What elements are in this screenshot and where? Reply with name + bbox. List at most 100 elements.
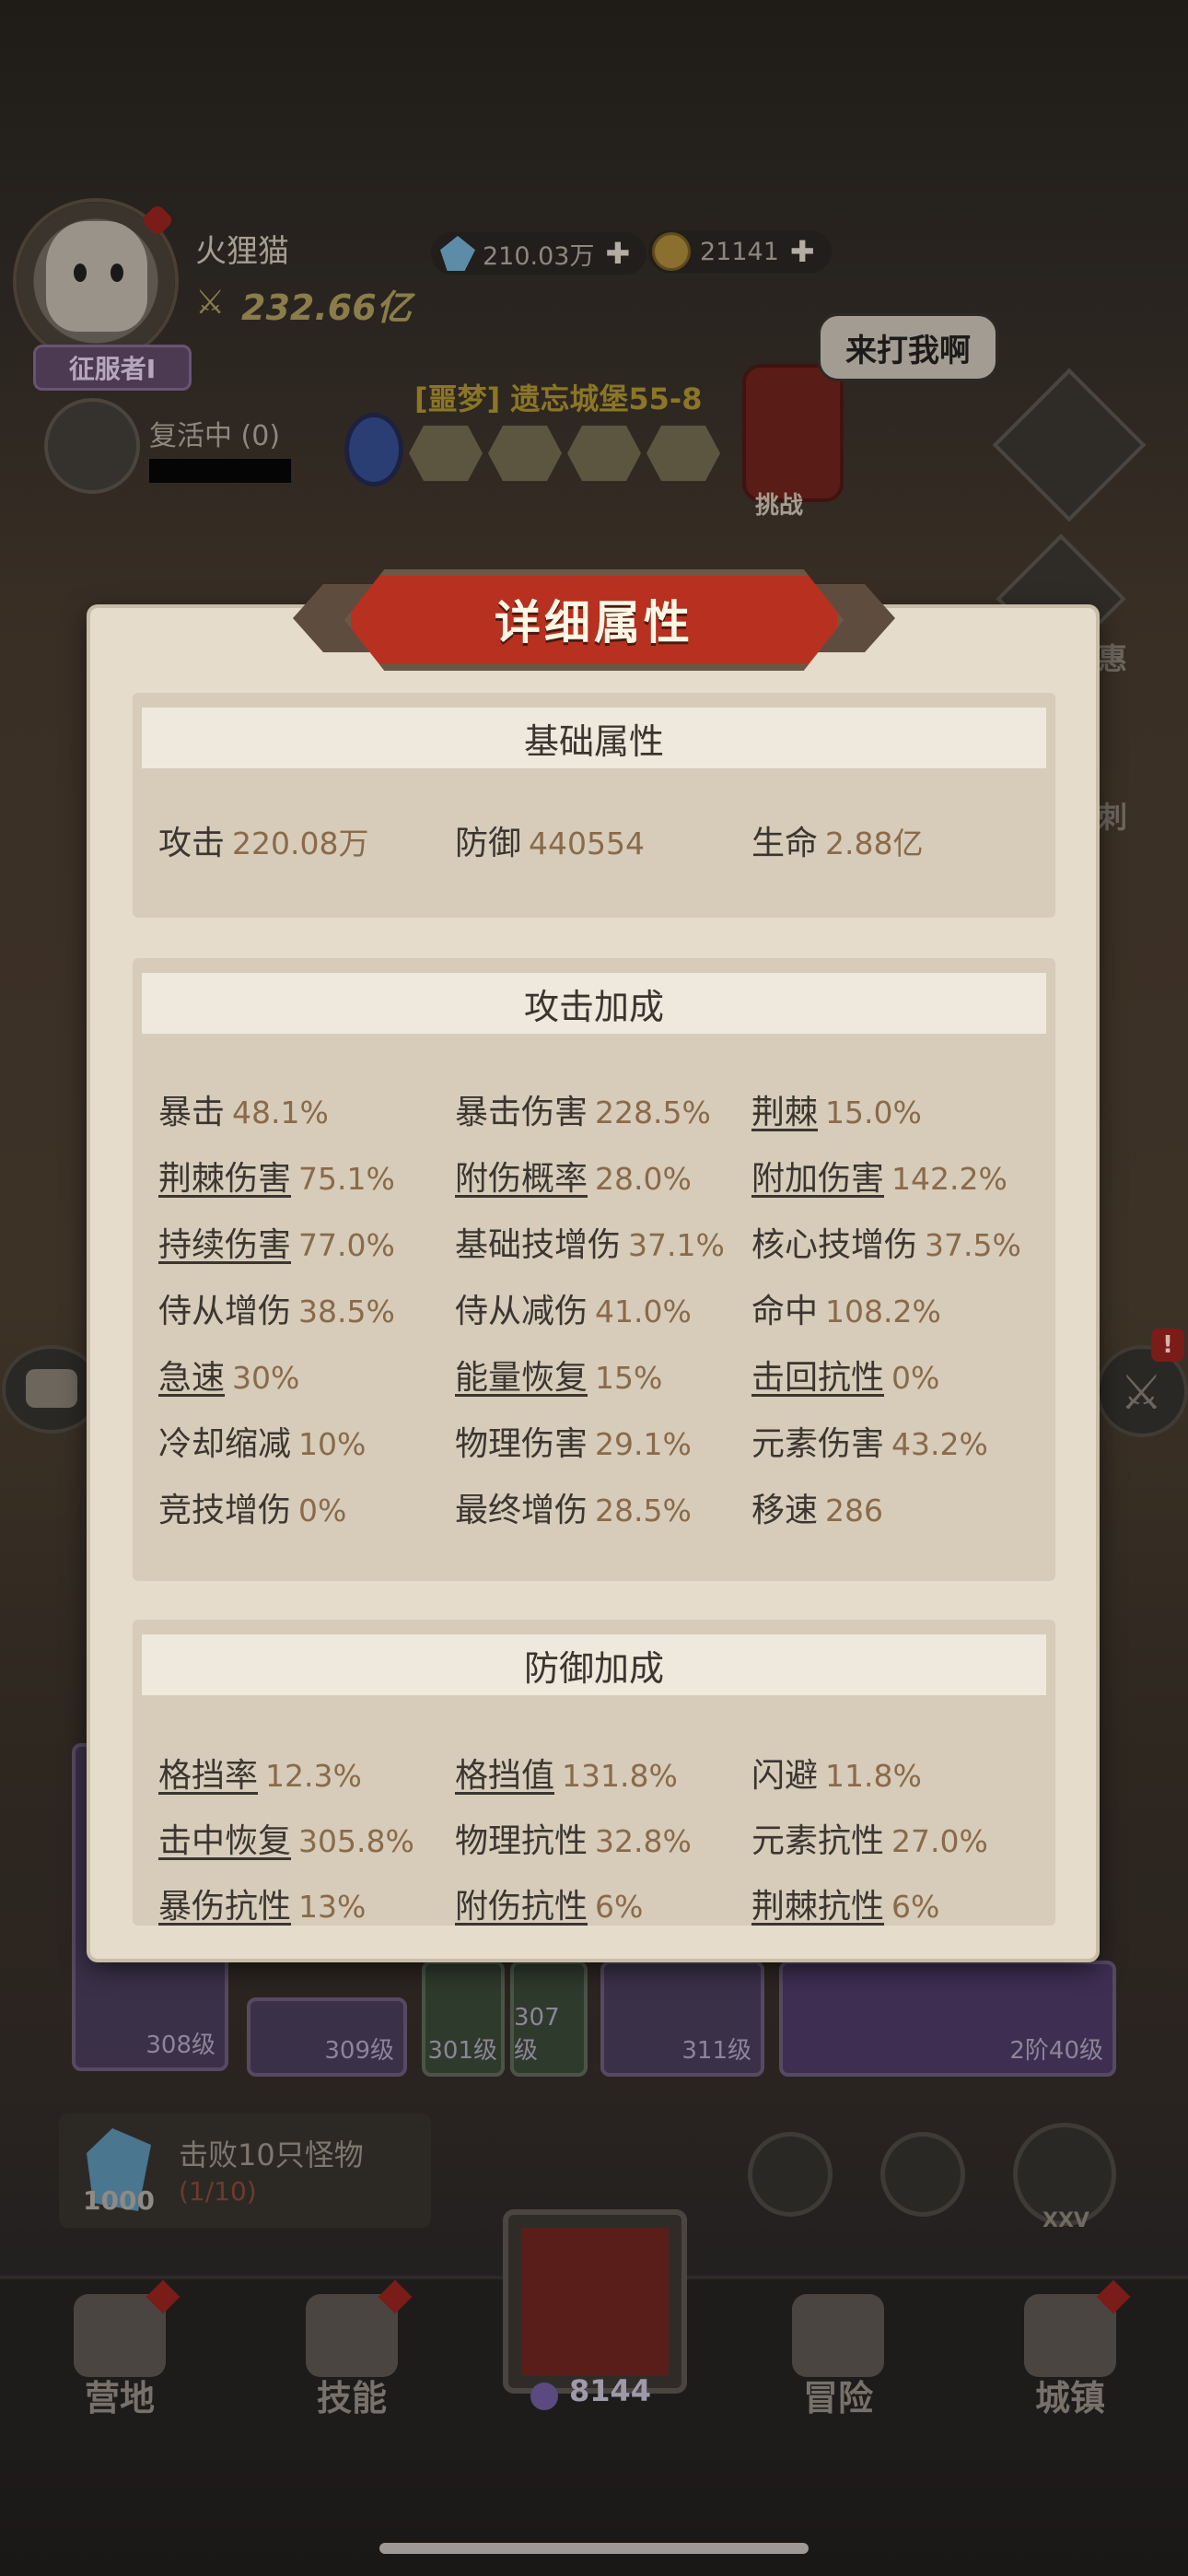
stat-name: 暴击伤害 bbox=[455, 1094, 588, 1131]
stat-item[interactable]: 格挡率 12.3% bbox=[158, 1749, 362, 1797]
stat-item[interactable]: 附伤概率 28.0% bbox=[455, 1152, 692, 1200]
stat-value: 75.1% bbox=[298, 1161, 395, 1197]
crossed-swords-icon: ⚔ bbox=[1120, 1365, 1163, 1421]
home-indicator[interactable] bbox=[379, 2543, 809, 2554]
stat-value: 12.3% bbox=[265, 1758, 362, 1794]
coin-counter[interactable]: 21141 ✚ bbox=[648, 230, 832, 273]
stat-value: 2.88亿 bbox=[825, 825, 924, 861]
stat-value: 228.5% bbox=[595, 1095, 711, 1130]
stat-name: 侍从增伤 bbox=[158, 1293, 292, 1330]
stat-item[interactable]: 急速 30% bbox=[158, 1351, 299, 1399]
stat-value: 28.0% bbox=[595, 1161, 692, 1197]
skill-scroll-icon bbox=[306, 2294, 398, 2377]
refresh-button[interactable] bbox=[748, 2132, 833, 2217]
section-attack-bonuses: 攻击加成 暴击 48.1% 暴击伤害 228.5% 荆棘 15.0% 荆棘伤害 75.1% 附伤… bbox=[133, 958, 1055, 1581]
stat-row: 侍从增伤 38.5% 侍从减伤 41.0% 命中 108.2% bbox=[158, 1284, 1042, 1340]
gem-amount: 210.03万 bbox=[483, 241, 595, 271]
stat-item: 防御 440554 bbox=[455, 816, 645, 864]
stat-name[interactable]: 暴伤抗性 bbox=[158, 1888, 291, 1926]
stat-value: 41.0% bbox=[595, 1294, 692, 1329]
player-name: 火狸猫 bbox=[195, 233, 289, 270]
stat-name[interactable]: 能量恢复 bbox=[455, 1359, 588, 1397]
nav-center-value: 8144 bbox=[569, 2373, 652, 2408]
add-coins-icon[interactable]: ✚ bbox=[790, 234, 815, 269]
stat-item: 物理抗性 32.8% bbox=[455, 1814, 692, 1862]
stat-item[interactable]: 附加伤害 142.2% bbox=[751, 1152, 1007, 1200]
stat-item[interactable]: 暴伤抗性 13% bbox=[158, 1879, 366, 1927]
stat-name: 闪避 bbox=[751, 1757, 819, 1795]
stat-item[interactable]: 持续伤害 77.0% bbox=[158, 1218, 395, 1266]
stat-name[interactable]: 急速 bbox=[158, 1359, 225, 1397]
equipment-level: 301级 bbox=[427, 2037, 497, 2065]
section-title: 攻击加成 bbox=[142, 973, 1046, 1034]
stat-row: 冷却缩减 10% 物理伤害 29.1% 元素伤害 43.2% bbox=[158, 1417, 1042, 1472]
equipment-slot[interactable]: 309级 bbox=[247, 1997, 407, 2077]
nav-camp[interactable]: 营地 bbox=[37, 2279, 203, 2432]
equipment-slot[interactable]: 301级 bbox=[422, 1961, 505, 2077]
stat-item: 暴击伤害 228.5% bbox=[455, 1085, 711, 1133]
stat-value: 32.8% bbox=[595, 1823, 692, 1859]
stat-name[interactable]: 附伤概率 bbox=[455, 1160, 588, 1198]
stat-name[interactable]: 荆棘 bbox=[751, 1094, 818, 1131]
side-label-1: 惠 bbox=[1098, 641, 1128, 676]
boss-challenge-button[interactable] bbox=[742, 364, 844, 502]
stat-item[interactable]: 能量恢复 15% bbox=[455, 1351, 662, 1399]
stat-value: 29.1% bbox=[595, 1426, 692, 1462]
stat-value: 48.1% bbox=[232, 1095, 329, 1130]
stat-item[interactable]: 击回抗性 0% bbox=[751, 1351, 939, 1399]
equipment-slot[interactable]: 311级 bbox=[600, 1961, 764, 2077]
castle-icon bbox=[1024, 2294, 1116, 2377]
stat-item: 攻击 220.08万 bbox=[158, 816, 368, 864]
add-gems-icon[interactable]: ✚ bbox=[605, 236, 630, 271]
stat-name[interactable]: 击中恢复 bbox=[158, 1822, 291, 1860]
stat-name[interactable]: 格挡率 bbox=[158, 1757, 258, 1795]
stat-item[interactable]: 荆棘 15.0% bbox=[751, 1085, 922, 1133]
stat-item: 生命 2.88亿 bbox=[751, 816, 924, 864]
stat-name[interactable]: 击回抗性 bbox=[751, 1359, 884, 1397]
stat-name: 竞技增伤 bbox=[158, 1492, 292, 1529]
section-defense-bonuses: 防御加成 格挡率 12.3% 格挡值 131.8% 闪避 11.8% 击中恢复 305.8% 物… bbox=[133, 1620, 1055, 1926]
stat-name[interactable]: 持续伤害 bbox=[158, 1226, 291, 1264]
stat-item[interactable]: 附伤抗性 6% bbox=[455, 1879, 643, 1927]
stat-name: 基础技增伤 bbox=[455, 1226, 622, 1264]
stat-item[interactable]: 荆棘伤害 75.1% bbox=[158, 1152, 395, 1200]
equipment-slot[interactable]: 307级 bbox=[510, 1961, 588, 2077]
stat-name: 元素伤害 bbox=[751, 1425, 885, 1463]
quest-reward-count: 1000 bbox=[83, 2185, 155, 2216]
nav-label: 技能 bbox=[316, 2378, 387, 2418]
revive-icon[interactable] bbox=[44, 398, 140, 494]
stat-name: 生命 bbox=[751, 825, 819, 862]
stat-name[interactable]: 格挡值 bbox=[455, 1757, 554, 1795]
stat-item: 闪避 11.8% bbox=[751, 1749, 922, 1797]
stat-item: 核心技增伤 37.5% bbox=[751, 1218, 1021, 1266]
stat-value: 11.8% bbox=[825, 1758, 922, 1794]
stat-name[interactable]: 附伤抗性 bbox=[455, 1888, 588, 1926]
stat-item[interactable]: 格挡值 131.8% bbox=[455, 1749, 678, 1797]
stat-row: 荆棘伤害 75.1% 附伤概率 28.0% 附加伤害 142.2% bbox=[158, 1152, 1042, 1207]
equipment-level: 308级 bbox=[146, 2032, 215, 2059]
stat-item: 命中 108.2% bbox=[751, 1284, 941, 1332]
stat-value: 43.2% bbox=[891, 1426, 988, 1462]
stat-name[interactable]: 荆棘抗性 bbox=[751, 1888, 884, 1926]
quest-title: 击败10只怪物 bbox=[179, 2137, 364, 2172]
stat-value: 13% bbox=[298, 1889, 367, 1925]
stat-value: 15.0% bbox=[825, 1095, 922, 1130]
nav-skills[interactable]: 技能 bbox=[269, 2279, 435, 2432]
stage-node bbox=[646, 426, 720, 481]
modal-title-banner: 详细属性 bbox=[293, 569, 895, 671]
stat-item[interactable]: 荆棘抗性 6% bbox=[751, 1879, 939, 1927]
nav-town[interactable]: 城镇 bbox=[987, 2279, 1153, 2432]
gem-counter[interactable]: 210.03万 ✚ bbox=[431, 232, 647, 275]
quest-progress: (1/10) bbox=[179, 2176, 257, 2207]
stat-name[interactable]: 荆棘伤害 bbox=[158, 1160, 291, 1198]
stat-value: 77.0% bbox=[298, 1227, 395, 1263]
nav-adventure[interactable]: 冒险 bbox=[755, 2285, 921, 2432]
energy-orb-icon bbox=[530, 2383, 558, 2410]
equipment-level: 2阶40级 bbox=[1009, 2037, 1103, 2065]
stat-name: 最终增伤 bbox=[455, 1492, 588, 1529]
crown-button[interactable] bbox=[880, 2132, 965, 2217]
chat-button[interactable] bbox=[2, 1345, 101, 1434]
equipment-slot[interactable]: 2阶40级 bbox=[779, 1961, 1116, 2077]
stat-item[interactable]: 击中恢复 305.8% bbox=[158, 1814, 414, 1862]
stat-name[interactable]: 附加伤害 bbox=[751, 1160, 884, 1198]
